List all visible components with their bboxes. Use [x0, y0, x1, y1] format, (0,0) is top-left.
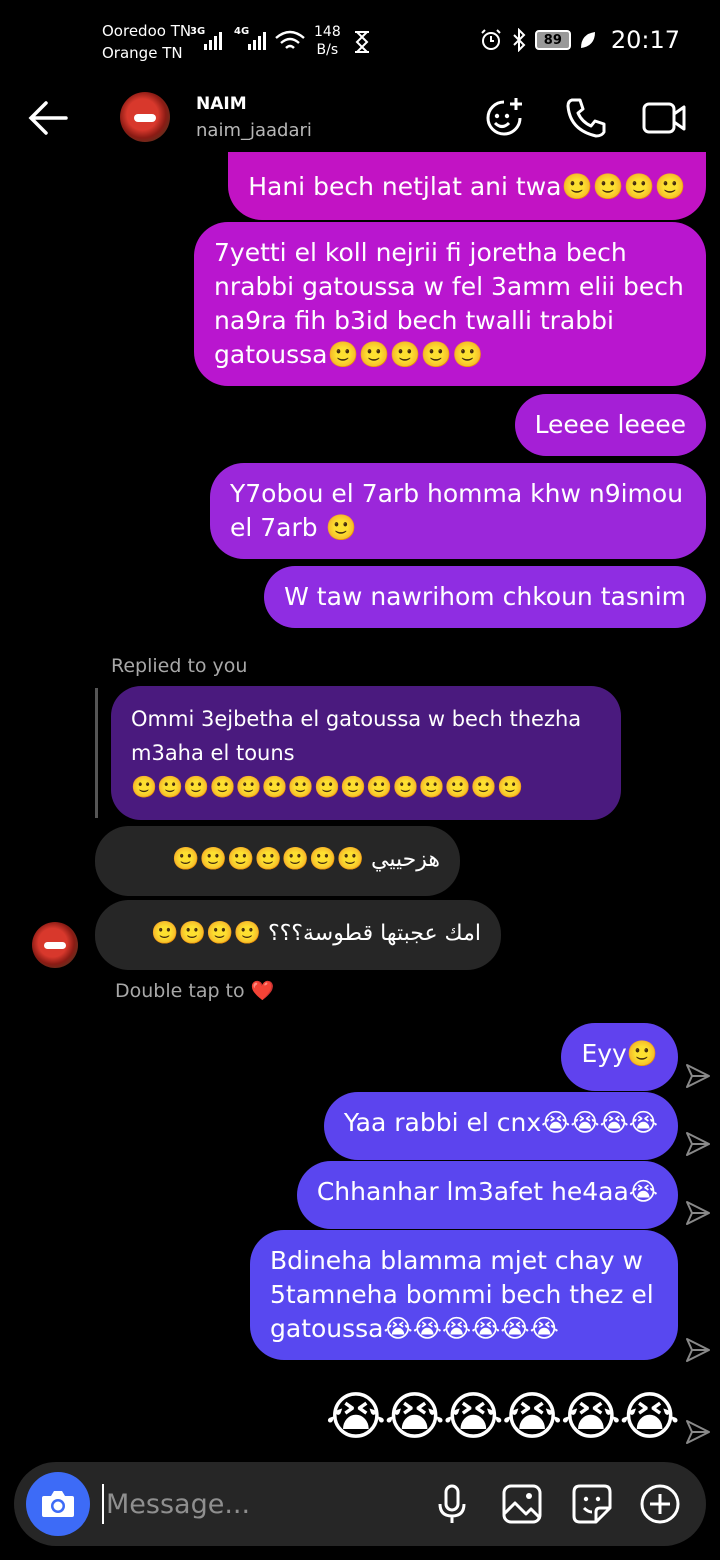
message-emoji: 🙂🙂🙂🙂🙂: [327, 340, 484, 369]
message-input[interactable]: [102, 1484, 402, 1524]
message-text: Eyy: [581, 1039, 627, 1068]
sent-message[interactable]: W taw nawrihom chkoun tasnim: [264, 566, 706, 628]
emoji-message[interactable]: 😭😭😭😭😭😭: [325, 1382, 680, 1452]
sent-message[interactable]: Hani bech netjlat ani twa🙂🙂🙂🙂: [228, 152, 706, 220]
chat-header: NAIM naim_jaadari: [0, 80, 720, 160]
clock: 20:17: [610, 26, 680, 54]
phone-icon[interactable]: [562, 94, 610, 142]
reply-label: Replied to you: [111, 655, 248, 677]
sent-message[interactable]: Leeee leeee: [514, 394, 706, 456]
message-text: Chhanhar lm3afet he4aa: [316, 1177, 629, 1206]
carrier-names: Ooredoo TN Orange TN: [102, 20, 191, 64]
message-composer: [14, 1462, 706, 1546]
plus-circle-icon[interactable]: [638, 1482, 682, 1526]
message-text: Hani bech netjlat ani twa: [248, 172, 562, 201]
message-emoji: 🙂: [626, 1039, 658, 1068]
sent-message[interactable]: Y7obou el 7arb homma khw n9imou el 7arb …: [210, 463, 706, 559]
sent-status-icon: [686, 1064, 710, 1088]
sent-status-icon: [686, 1132, 710, 1156]
avatar[interactable]: [120, 92, 170, 142]
carrier-2: Orange TN: [102, 44, 183, 62]
message-text: W taw nawrihom chkoun tasnim: [284, 582, 686, 611]
status-right: 89 20:17: [479, 26, 680, 54]
signal-icon-2: [248, 30, 266, 50]
camera-button[interactable]: [26, 1472, 90, 1536]
back-arrow-icon[interactable]: [26, 98, 70, 138]
replied-message[interactable]: Ommi 3ejbetha el gatoussa w bech thezha …: [111, 686, 621, 820]
message-text: Ommi 3ejbetha el gatoussa w bech thezha …: [131, 707, 582, 765]
sent-message[interactable]: Yaa rabbi el cnx😭😭😭😭: [323, 1092, 678, 1160]
signal-icon: [204, 30, 222, 50]
sent-message[interactable]: Bdineha blamma mjet chay w 5tamneha bomm…: [250, 1230, 678, 1360]
carrier-1: Ooredoo TN: [102, 22, 192, 40]
add-effect-icon[interactable]: [480, 94, 528, 142]
leaf-icon: [580, 32, 595, 48]
bluetooth-icon: [513, 28, 526, 52]
sent-status-icon: [686, 1338, 710, 1362]
message-emoji: 😭😭😭😭: [541, 1108, 658, 1137]
double-tap-hint: Double tap to ❤️: [115, 979, 274, 1002]
hourglass-icon: [355, 31, 369, 53]
contact-username[interactable]: naim_jaadari: [196, 120, 312, 141]
message-emoji: 😭: [628, 1177, 658, 1206]
network-type-1: 3G: [190, 26, 206, 37]
message-text: Y7obou el 7arb homma khw n9imou el 7arb: [230, 479, 684, 542]
message-emoji: 🙂🙂🙂🙂: [151, 921, 261, 946]
alarm-icon: [481, 29, 501, 50]
status-bar: Ooredoo TN Orange TN 3G 4G 148 B/s 89 20…: [0, 0, 720, 80]
network-type-2: 4G: [234, 26, 250, 37]
video-icon[interactable]: [640, 94, 688, 142]
reply-indicator: [95, 688, 98, 818]
message-emoji: 🙂🙂🙂🙂🙂🙂🙂: [172, 847, 365, 872]
message-text: Yaa rabbi el cnx: [343, 1108, 542, 1137]
sent-status-icon: [686, 1201, 710, 1225]
message-emoji: 🙂🙂🙂🙂: [561, 172, 686, 201]
speed-unit: B/s: [316, 42, 339, 58]
camera-icon: [42, 1491, 74, 1517]
contact-name[interactable]: NAIM: [196, 94, 247, 114]
message-emoji: 😭😭😭😭😭😭: [383, 1314, 559, 1343]
heart-icon: ❤️: [250, 980, 275, 1002]
sticker-icon[interactable]: [570, 1482, 614, 1526]
message-emoji: 🙂🙂🙂🙂🙂🙂🙂🙂🙂🙂🙂🙂🙂🙂🙂: [131, 775, 524, 799]
sent-message[interactable]: 7yetti el koll nejrii fi joretha bech nr…: [194, 222, 706, 386]
message-emoji: 🙂: [325, 513, 357, 542]
sent-message[interactable]: Chhanhar lm3afet he4aa😭: [296, 1161, 678, 1229]
message-text: امك عجبتها قطوسة؟؟؟: [267, 921, 481, 946]
network-speed: 148 B/s: [314, 23, 341, 59]
message-text: هزحييي: [371, 847, 440, 872]
gallery-icon[interactable]: [500, 1482, 544, 1526]
double-tap-text: Double tap to: [115, 980, 245, 1002]
received-message[interactable]: هزحييي 🙂🙂🙂🙂🙂🙂🙂: [95, 826, 460, 896]
sent-status-icon: [686, 1420, 710, 1444]
message-text: Leeee leeee: [534, 410, 686, 439]
received-message[interactable]: امك عجبتها قطوسة؟؟؟ 🙂🙂🙂🙂: [95, 900, 501, 970]
microphone-icon[interactable]: [430, 1482, 474, 1526]
sent-message[interactable]: Eyy🙂: [561, 1023, 678, 1091]
speed-value: 148: [314, 24, 341, 40]
battery-icon: 89: [534, 30, 571, 50]
contact-avatar[interactable]: [32, 922, 78, 968]
wifi-icon: [275, 30, 305, 49]
